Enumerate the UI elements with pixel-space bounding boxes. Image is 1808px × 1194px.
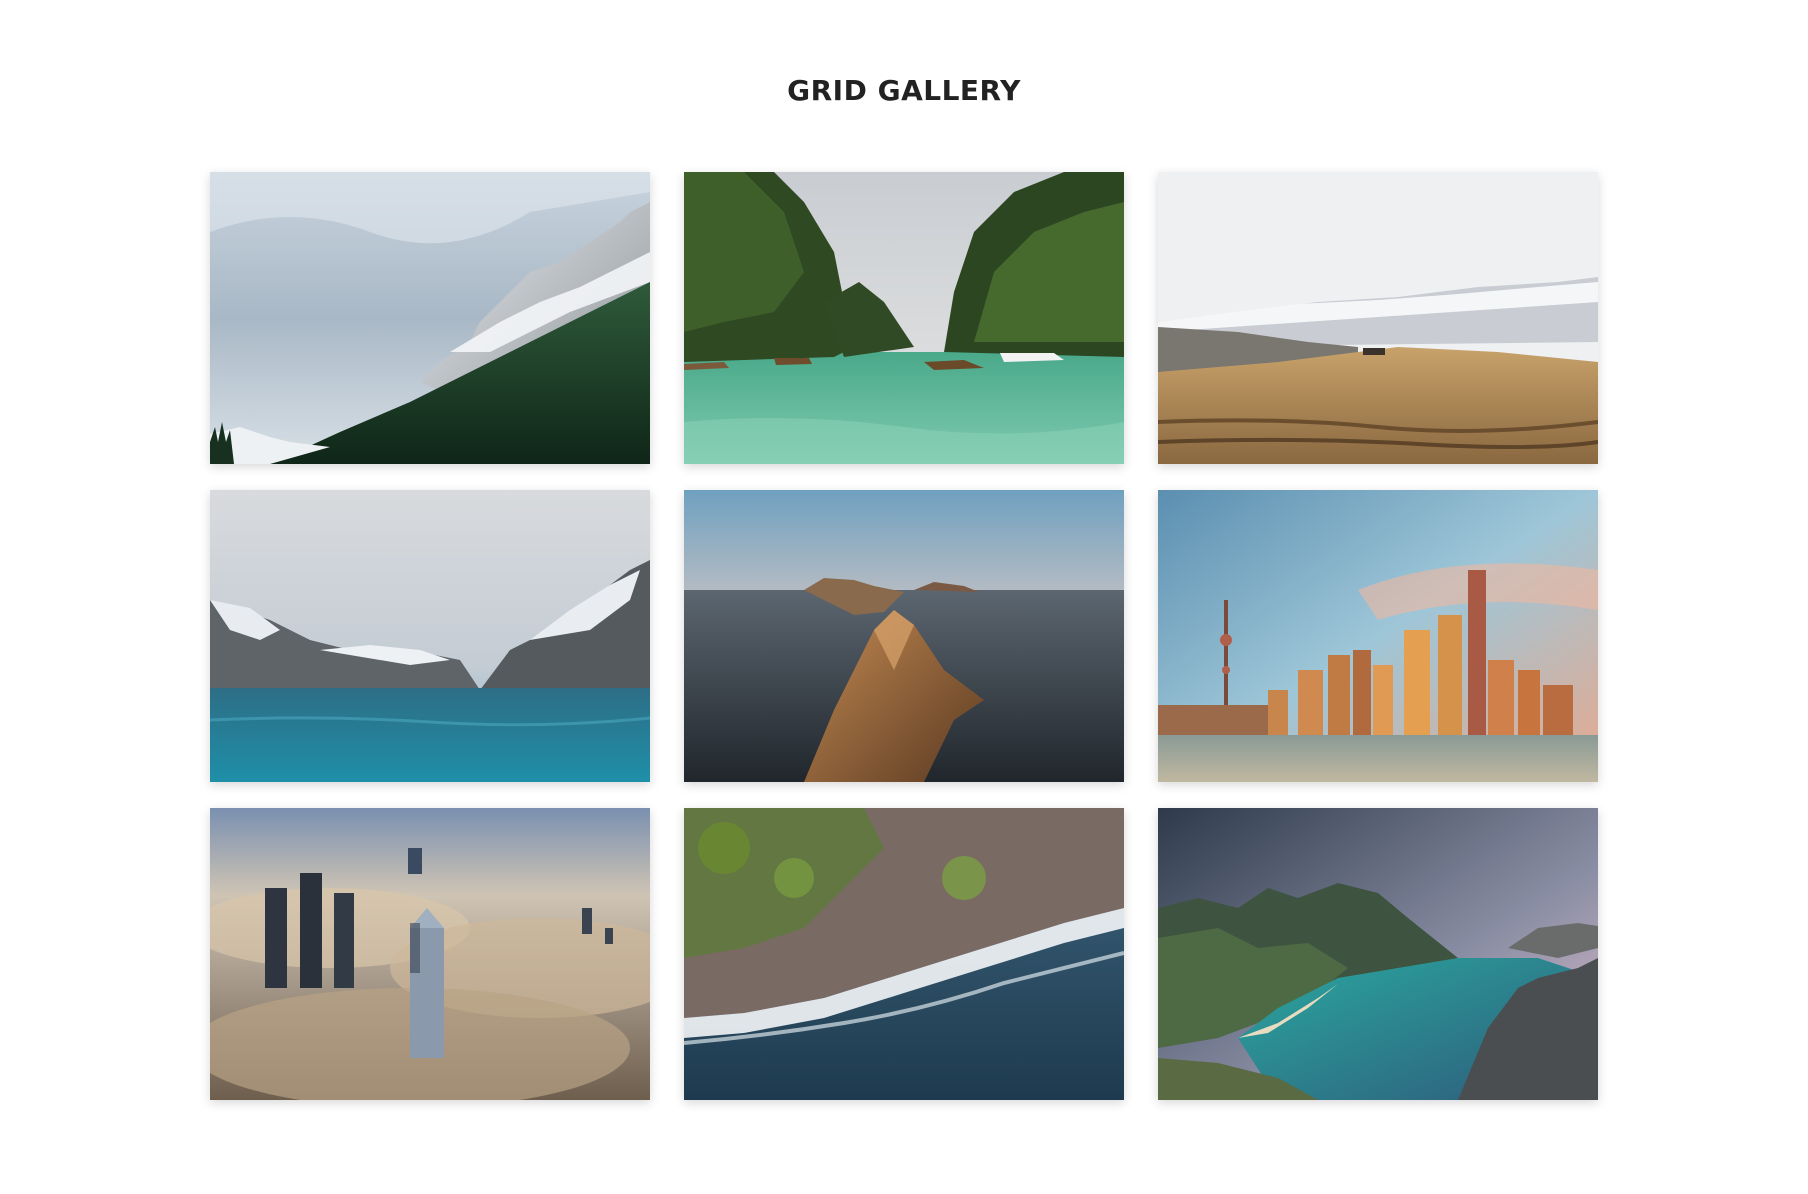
city-skyline-sunset-photo	[1158, 490, 1598, 782]
image-grid	[210, 172, 1598, 1100]
aerial-coastline-waves-photo	[684, 808, 1124, 1100]
page-title: GRID GALLERY	[787, 74, 1021, 107]
gallery-item-6[interactable]	[1158, 490, 1598, 782]
gallery-item-2[interactable]	[684, 172, 1124, 464]
tropical-lagoon-boats-photo	[684, 172, 1124, 464]
highland-meadow-photo	[1158, 172, 1598, 464]
gallery-item-8[interactable]	[684, 808, 1124, 1100]
gallery-item-1[interactable]	[210, 172, 650, 464]
gallery-item-7[interactable]	[210, 808, 650, 1100]
skyscrapers-above-clouds-photo	[210, 808, 650, 1100]
gallery-item-4[interactable]	[210, 490, 650, 782]
gallery-item-9[interactable]	[1158, 808, 1598, 1100]
gallery-item-5[interactable]	[684, 490, 1124, 782]
mountain-lake-photo	[210, 490, 650, 782]
fjord-beach-cliff-photo	[1158, 808, 1598, 1100]
gallery-item-3[interactable]	[1158, 172, 1598, 464]
ocean-islands-photo	[684, 490, 1124, 782]
snowy-mountain-forest-photo	[210, 172, 650, 464]
